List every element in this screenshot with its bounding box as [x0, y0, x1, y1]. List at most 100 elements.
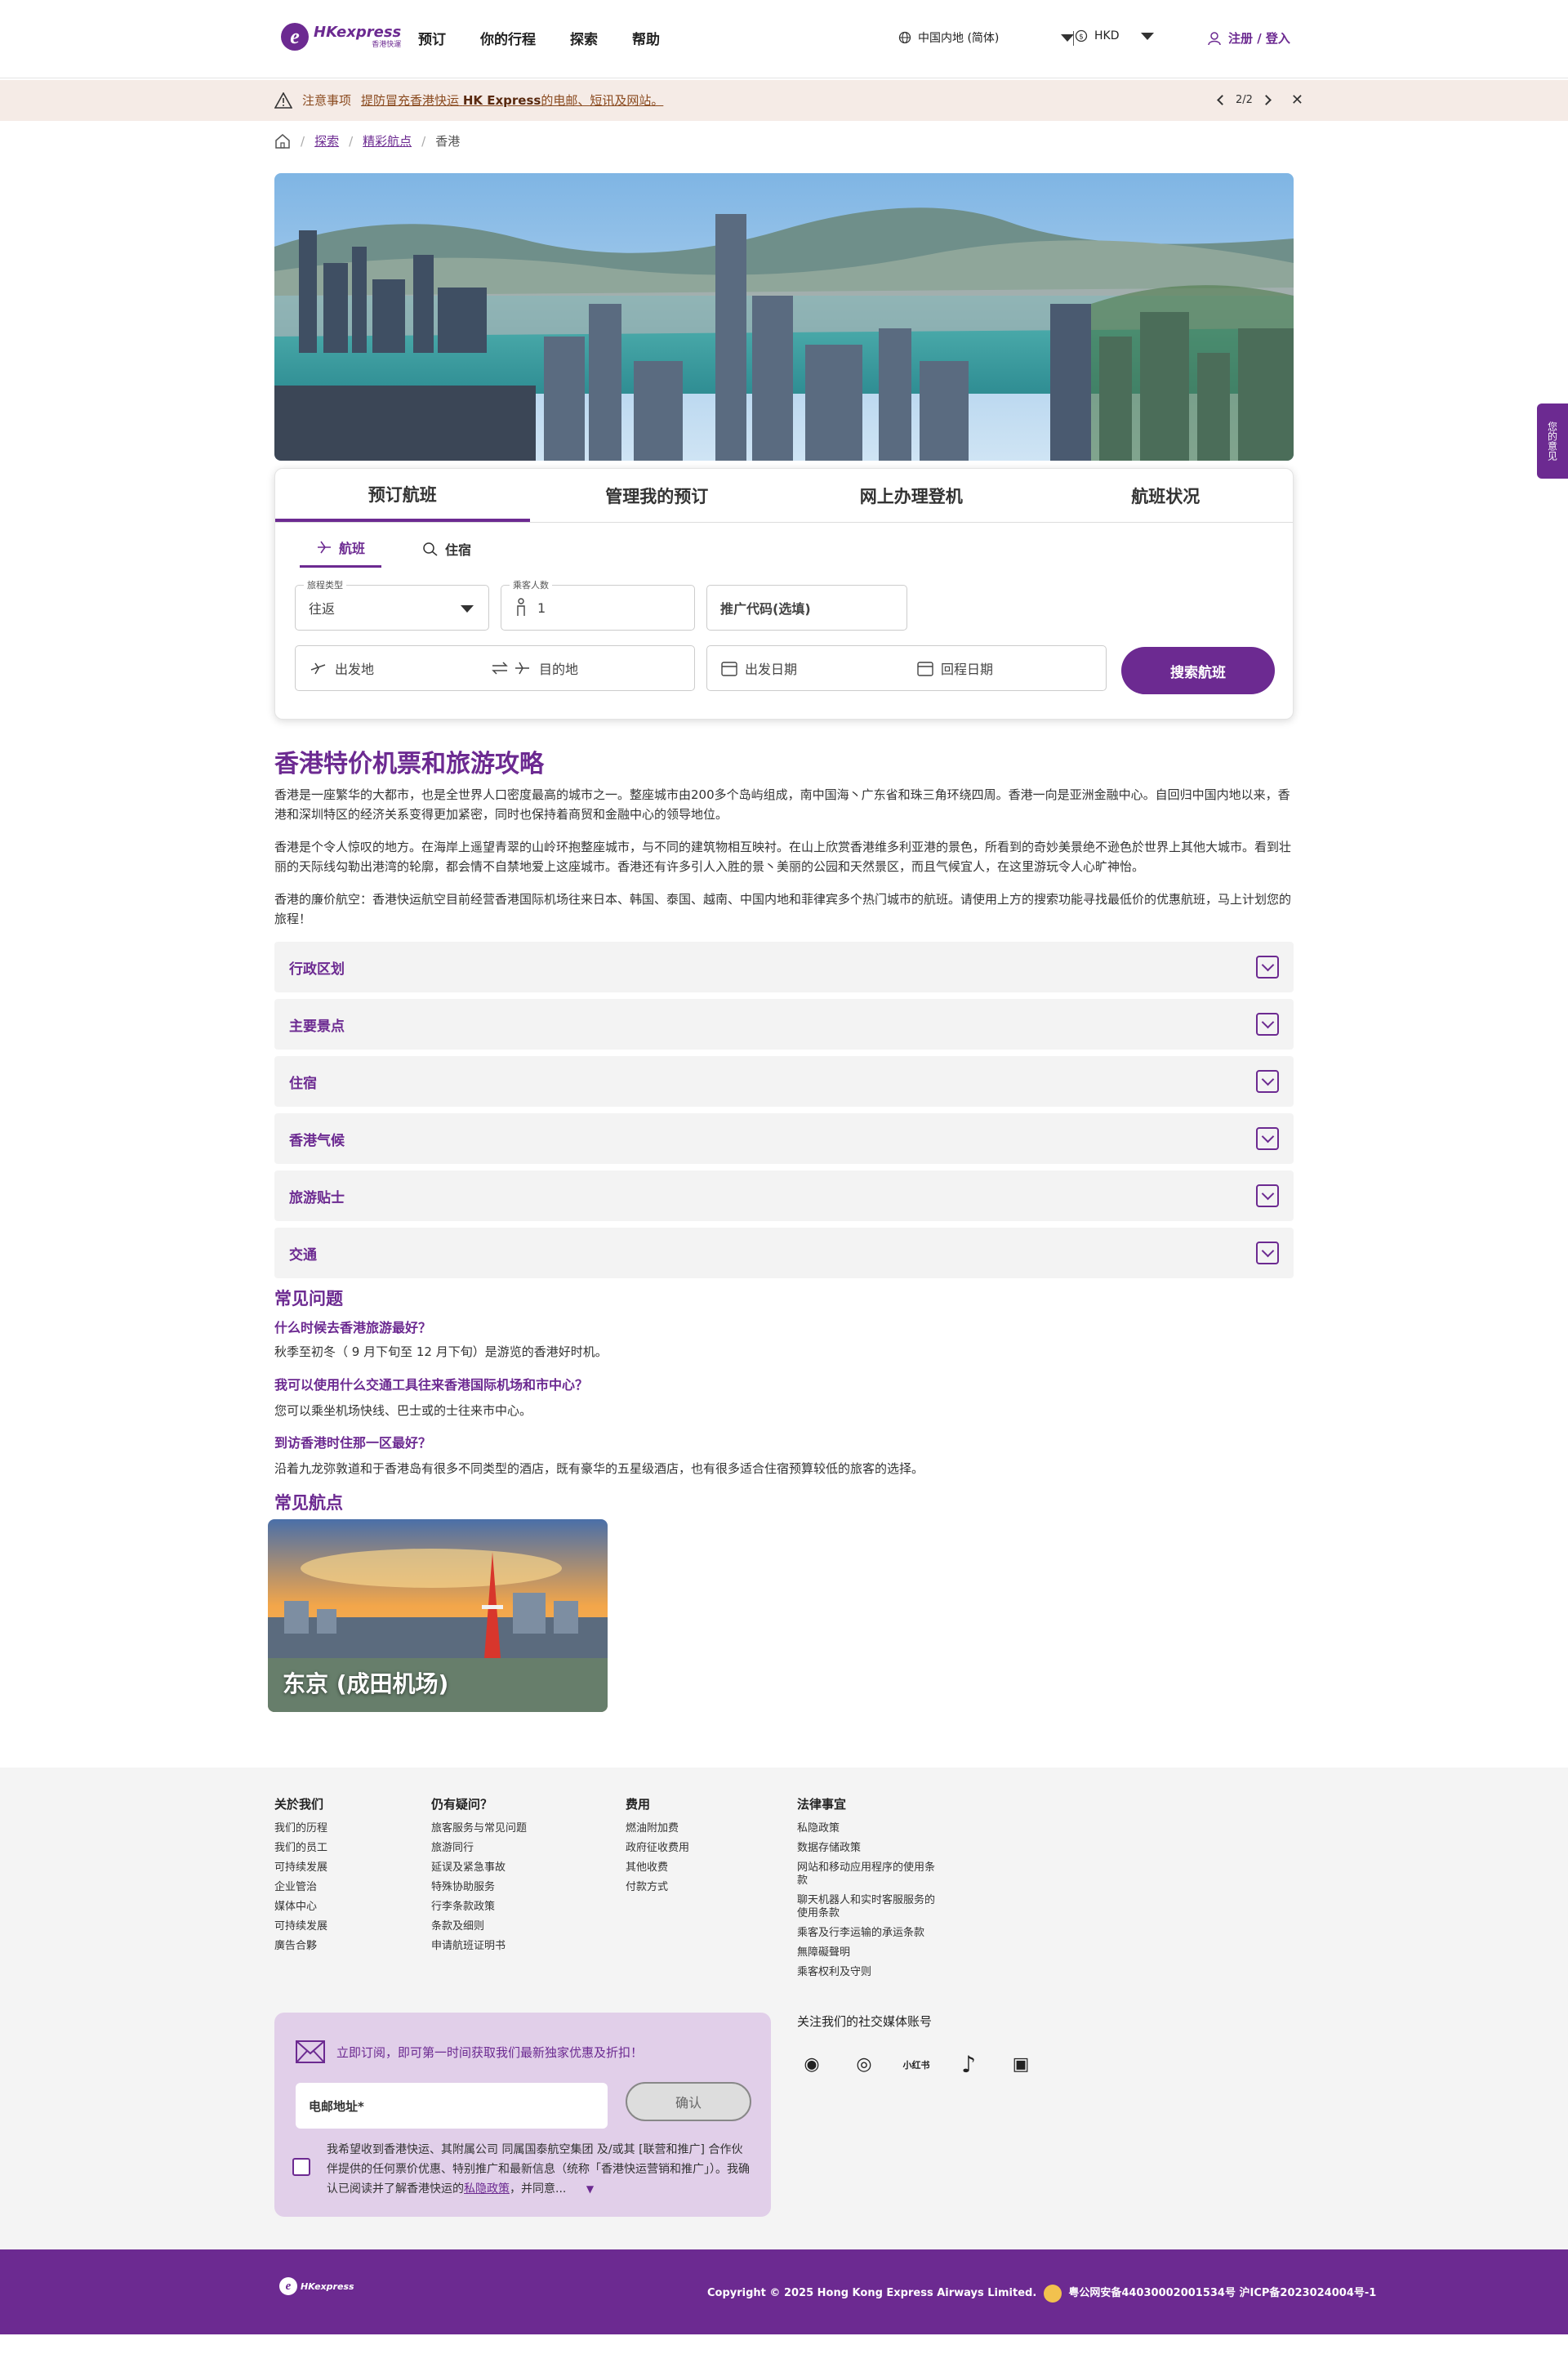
region-label: 中国内地 (简体): [918, 32, 1000, 45]
footer-link[interactable]: 可持续发展: [274, 1920, 327, 1933]
breadcrumb-explore[interactable]: 探索: [314, 132, 339, 149]
footer-link[interactable]: 其他收费: [626, 1861, 689, 1875]
divider: [1073, 31, 1074, 46]
accordion-transport[interactable]: 交通: [274, 1228, 1294, 1278]
intro-paragraph-3: 香港的廉价航空：香港快运航空目前经营香港国际机场往来日本、韩国、泰国、越南、中国…: [274, 892, 1292, 926]
footer-link[interactable]: 無障礙聲明: [797, 1946, 944, 1959]
wechat-icon[interactable]: ◎: [849, 2054, 879, 2075]
footer-link[interactable]: 行李条款政策: [431, 1901, 527, 1914]
footer-link[interactable]: 特殊协助服务: [431, 1881, 527, 1894]
destination-card-tokyo[interactable]: 东京 (成田机场): [268, 1519, 608, 1712]
search-flights-button[interactable]: 搜索航班: [1121, 647, 1275, 694]
accordion-districts[interactable]: 行政区划: [274, 942, 1294, 992]
accordion-climate[interactable]: 香港气候: [274, 1113, 1294, 1164]
region-selector[interactable]: 中国内地 (简体): [898, 29, 1075, 46]
login-link[interactable]: 注册 / 登入: [1207, 29, 1290, 47]
user-icon: [1208, 31, 1221, 45]
expand-caret-icon[interactable]: ▼: [586, 2183, 594, 2195]
accordion-attractions[interactable]: 主要景点: [274, 999, 1294, 1050]
tab-manage-booking[interactable]: 管理我的预订: [530, 469, 785, 522]
accordion-travel-tips[interactable]: 旅游贴士: [274, 1170, 1294, 1221]
footer-link[interactable]: 可持续发展: [274, 1861, 327, 1875]
currency-selector[interactable]: $ HKD: [1075, 29, 1154, 42]
footer-link[interactable]: 旅客服务与常见问题: [431, 1822, 527, 1835]
passenger-count-field[interactable]: 乘客人数 1: [501, 578, 695, 631]
hk-express-logo[interactable]: e HKexpress 香港快運: [281, 23, 401, 51]
footer-link[interactable]: 燃油附加费: [626, 1822, 689, 1835]
footer-link[interactable]: 申请航班证明书: [431, 1940, 527, 1953]
newsletter-signup: 立即订阅，即可第一时间获取我们最新独家优惠及折扣！ 电邮地址* 确认 我希望收到…: [274, 2013, 771, 2217]
footer-link[interactable]: 企业管治: [274, 1881, 327, 1894]
faq-question: 到访香港时住那一区最好？: [274, 1435, 432, 1451]
login-label: 注册 / 登入: [1228, 31, 1290, 46]
promo-code-input[interactable]: 推广代码(选填): [706, 585, 907, 631]
date-range-field[interactable]: 出发日期 回程日期: [706, 645, 1107, 691]
return-date-input[interactable]: 回程日期: [941, 658, 993, 678]
origin-input[interactable]: 出发地: [335, 658, 490, 678]
consent-text: 我希望收到香港快运、其附属公司 同属国泰航空集团 及/或其 [联营和推广] 合作…: [327, 2143, 750, 2196]
footer-link[interactable]: 数据存储政策: [797, 1842, 944, 1855]
chevron-right-icon[interactable]: [1261, 95, 1272, 105]
destination-input[interactable]: 目的地: [539, 658, 578, 678]
privacy-policy-link[interactable]: 私隐政策: [464, 2182, 510, 2196]
home-icon[interactable]: [274, 133, 291, 149]
footer-link[interactable]: 廣告合夥: [274, 1940, 327, 1953]
footer-link[interactable]: 条款及细则: [431, 1920, 527, 1933]
footer-link[interactable]: 乘客权利及守则: [797, 1966, 944, 1979]
chevron-down-icon: [1256, 1127, 1279, 1150]
social-label: 关注我们的社交媒体账号: [797, 2014, 933, 2029]
close-icon[interactable]: ✕: [1291, 91, 1303, 109]
footer-about: 关於我们 我们的历程 我们的员工 可持续发展 企业管治 媒体中心 可持续发展 廣…: [274, 1797, 328, 1953]
footer-link[interactable]: 政府征收费用: [626, 1842, 689, 1855]
bilibili-icon[interactable]: ▣: [1006, 2054, 1036, 2075]
confirm-button[interactable]: 确认: [626, 2082, 751, 2121]
chevron-left-icon[interactable]: [1217, 95, 1227, 105]
tab-flight-status[interactable]: 航班状况: [1039, 469, 1294, 522]
nav-book[interactable]: 预订: [418, 28, 446, 48]
weibo-icon[interactable]: ◉: [797, 2054, 826, 2075]
swap-icon[interactable]: [490, 660, 510, 676]
footer-link[interactable]: 我们的员工: [274, 1842, 327, 1855]
footer-help: 仍有疑问？ 旅客服务与常见问题 旅游同行 延误及紧急事故 特殊协助服务 行李条款…: [431, 1797, 528, 1953]
footer-link[interactable]: 旅游同行: [431, 1842, 527, 1855]
footer-link[interactable]: 我们的历程: [274, 1822, 327, 1835]
intro-paragraph-1: 香港是一座繁华的大都市，也是全世界人口密度最高的城市之一。整座城市由200多个岛…: [274, 787, 1290, 822]
popular-destinations-title: 常见航点: [274, 1493, 343, 1513]
breadcrumb-destinations[interactable]: 精彩航点: [363, 132, 412, 149]
nav-my-trips[interactable]: 你的行程: [480, 28, 536, 48]
trip-type-select[interactable]: 旅程类型 往返: [295, 578, 489, 631]
faq-title: 常见问题: [274, 1289, 343, 1309]
tab-book-flight[interactable]: 预订航班: [275, 469, 530, 522]
footer-link[interactable]: 延误及紧急事故: [431, 1861, 527, 1875]
notice-label: 注意事项: [302, 93, 352, 108]
consent-checkbox[interactable]: [292, 2158, 310, 2176]
footer-link[interactable]: 聊天机器人和实时客服服务的使用条款: [797, 1894, 944, 1920]
footer-link[interactable]: 付款方式: [626, 1881, 689, 1894]
chevron-down-icon: [1256, 1184, 1279, 1207]
nav-explore[interactable]: 探索: [570, 28, 598, 48]
email-input[interactable]: 电邮地址*: [296, 2083, 608, 2129]
origin-destination-field[interactable]: 出发地 目的地: [295, 645, 695, 691]
subtab-flights[interactable]: 航班: [300, 537, 382, 568]
tiktok-icon[interactable]: ♪: [954, 2051, 983, 2078]
nav-help[interactable]: 帮助: [632, 28, 660, 48]
logo-subtitle: 香港快運: [372, 40, 402, 49]
footer-link[interactable]: 乘客及行李运输的承运条款: [797, 1927, 944, 1940]
police-badge-icon: [1043, 2284, 1062, 2303]
footer-fees: 费用 燃油附加费 政府征收费用 其他收费 付款方式: [626, 1797, 690, 1894]
notice-link[interactable]: 提防冒充香港快运 HK Express的电邮、短讯及网站。: [361, 91, 663, 109]
subtab-hotels[interactable]: 住宿: [406, 537, 488, 568]
faq-answer: 秋季至初冬（ 9 月下旬至 12 月下旬）是游览的香港好时机。: [274, 1344, 608, 1359]
footer-legal: 法律事宜 私隐政策 数据存储政策 网站和移动应用程序的使用条款 聊天机器人和实时…: [797, 1795, 944, 1986]
plane-icon: [318, 541, 331, 554]
accordion-accommodation[interactable]: 住宿: [274, 1056, 1294, 1107]
xiaohongshu-icon[interactable]: 小红书: [902, 2058, 931, 2071]
footer-link[interactable]: 媒体中心: [274, 1901, 327, 1914]
footer-link[interactable]: 网站和移动应用程序的使用条款: [797, 1861, 944, 1888]
footer-link[interactable]: 私隐政策: [797, 1822, 944, 1835]
currency-label: HKD: [1094, 29, 1120, 42]
depart-date-input[interactable]: 出发日期: [745, 658, 916, 678]
tab-online-checkin[interactable]: 网上办理登机: [784, 469, 1039, 522]
departure-plane-icon: [310, 662, 326, 675]
feedback-tab[interactable]: 您的意见: [1537, 403, 1568, 479]
